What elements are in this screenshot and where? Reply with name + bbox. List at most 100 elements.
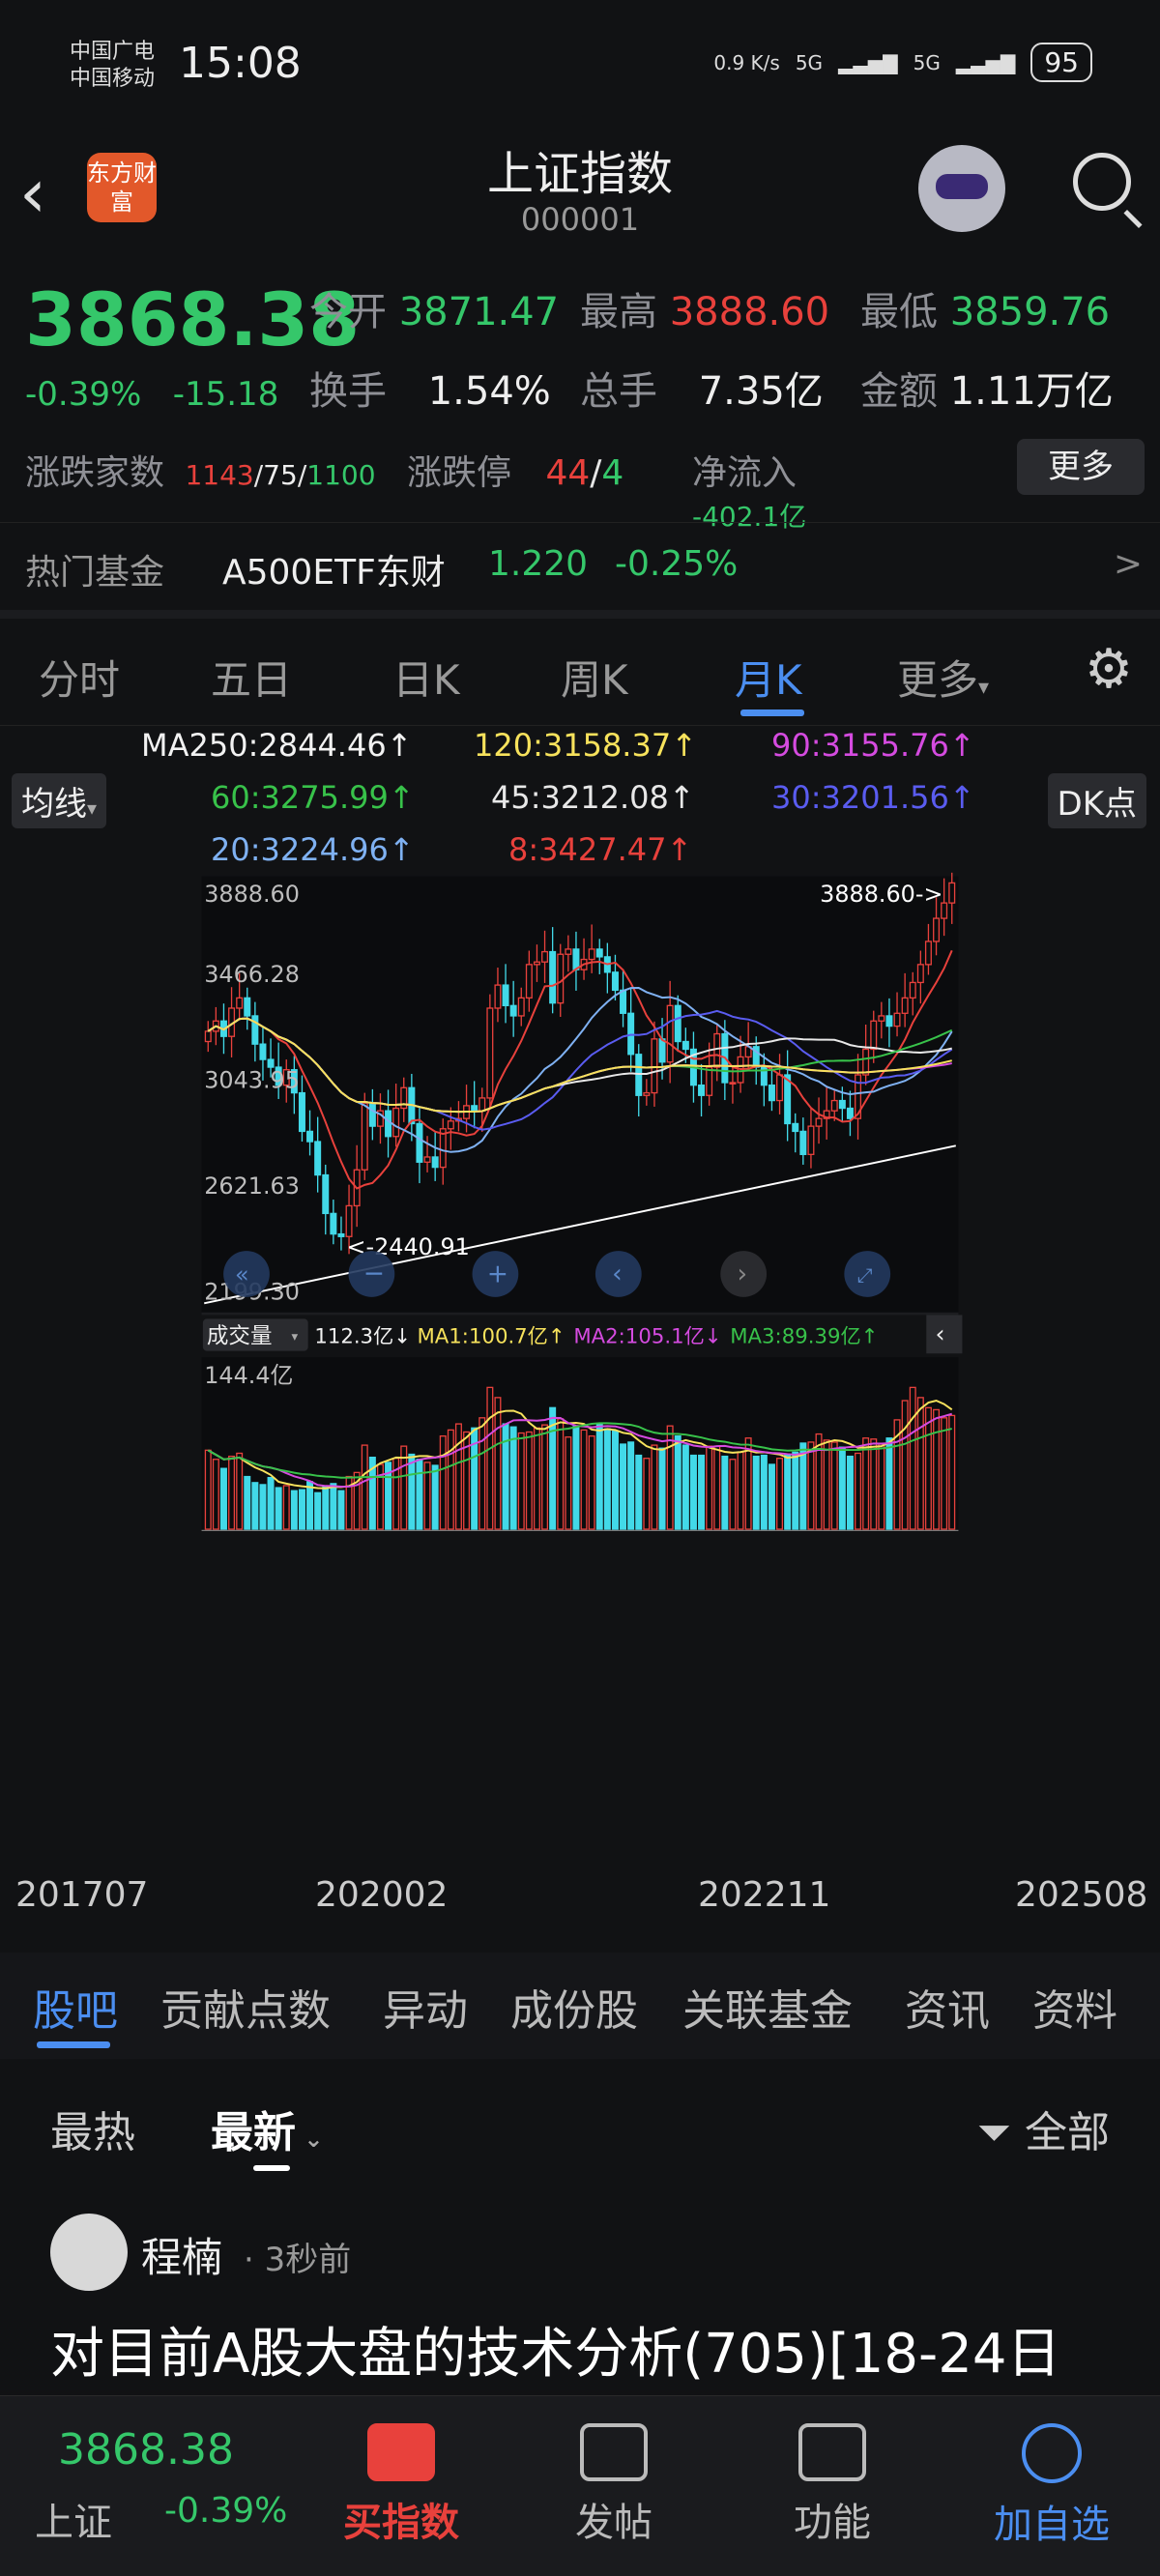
ma60-value: 60:3275.99↑ bbox=[211, 779, 415, 816]
features-label: 功能 bbox=[794, 2501, 871, 2545]
volume-chip-label: 成交量 bbox=[207, 1324, 273, 1349]
tab-constituents[interactable]: 成份股 bbox=[510, 1976, 638, 2038]
add-watchlist-button[interactable]: 加自选 bbox=[967, 2396, 1137, 2576]
buy-index-button[interactable]: 买指数 bbox=[319, 2396, 483, 2576]
tab-news[interactable]: 资讯 bbox=[905, 1976, 990, 2038]
candle-body bbox=[698, 1084, 706, 1096]
candle-body bbox=[423, 1156, 431, 1163]
post-title[interactable]: 对目前A股大盘的技术分析(705)[18-24日 bbox=[50, 2310, 1060, 2388]
tab-weekly-k[interactable]: 周K bbox=[561, 648, 628, 707]
kline-chart[interactable]: 3888.60 3466.28 3043.95 2621.63 2199.30 … bbox=[0, 870, 1160, 1537]
volume-bar bbox=[431, 1464, 439, 1530]
volume-bar bbox=[517, 1432, 525, 1530]
candle-body bbox=[541, 950, 549, 963]
gear-icon[interactable]: ⚙ bbox=[1083, 643, 1135, 697]
candle-body bbox=[620, 989, 627, 1014]
volume-bar bbox=[635, 1454, 643, 1530]
candle-body bbox=[361, 1102, 368, 1171]
carrier-2: 中国移动 bbox=[70, 67, 156, 91]
candle-body bbox=[838, 1099, 846, 1110]
index-mini-quote[interactable]: 3868.38 上证 -0.39% bbox=[29, 2396, 300, 2576]
trend-up-icon bbox=[367, 2423, 435, 2481]
dk-point-button[interactable]: DK点 bbox=[1047, 773, 1146, 828]
candle-body bbox=[588, 948, 595, 961]
sort-latest[interactable]: 最新 ⌄ bbox=[211, 2098, 323, 2159]
chevron-right-icon: > bbox=[1113, 544, 1143, 584]
tab-forum[interactable]: 股吧 bbox=[33, 1976, 118, 2038]
chevron-down-icon: ▾ bbox=[291, 1330, 298, 1345]
limit-label: 涨跌停 bbox=[407, 453, 512, 493]
post-button[interactable]: 发帖 bbox=[532, 2396, 696, 2576]
volume-bar bbox=[682, 1444, 689, 1530]
volume-bar bbox=[525, 1431, 533, 1530]
volume-bar bbox=[314, 1491, 322, 1530]
volume-bar bbox=[282, 1485, 290, 1530]
amount-label: 金额 bbox=[860, 369, 938, 414]
candle-body bbox=[478, 1097, 486, 1112]
search-icon[interactable] bbox=[1073, 153, 1131, 211]
tab-movement[interactable]: 异动 bbox=[383, 1976, 468, 2038]
sort-hot[interactable]: 最热 bbox=[50, 2098, 135, 2159]
candle-body bbox=[314, 1141, 322, 1176]
volume-bar bbox=[290, 1490, 298, 1530]
robot-assistant-icon[interactable] bbox=[918, 145, 1005, 232]
features-button[interactable]: 功能 bbox=[750, 2396, 914, 2576]
tab-intraday[interactable]: 分时 bbox=[39, 648, 120, 707]
tab-daily-k[interactable]: 日K bbox=[392, 648, 460, 707]
forum-post[interactable]: 程楠 · 3秒前 对目前A股大盘的技术分析(705)[18-24日 bbox=[0, 2194, 1160, 2407]
status-time: 15:08 bbox=[179, 39, 302, 88]
volume-bar bbox=[259, 1484, 267, 1530]
candle-body bbox=[267, 1058, 275, 1068]
candle-body bbox=[878, 1015, 885, 1022]
volume-bar bbox=[408, 1453, 416, 1530]
tab-related-funds[interactable]: 关联基金 bbox=[682, 1976, 853, 2038]
candle-body bbox=[330, 1212, 337, 1235]
ma250-value: MA250:2844.46↑ bbox=[141, 727, 413, 764]
candle-body bbox=[447, 1120, 454, 1130]
tab-five-day[interactable]: 五日 bbox=[211, 648, 292, 707]
battery-icon: 95 bbox=[1030, 43, 1092, 82]
tab-contribution[interactable]: 贡献点数 bbox=[160, 1976, 331, 2038]
volume-bar bbox=[651, 1444, 658, 1530]
volume-bar bbox=[580, 1429, 588, 1530]
more-button[interactable]: 更多 bbox=[1017, 439, 1145, 495]
net-speed: 0.9 K/s bbox=[713, 50, 780, 74]
candle-body bbox=[674, 1004, 682, 1043]
candle-body bbox=[870, 1020, 878, 1051]
post-author[interactable]: 程楠 bbox=[141, 2225, 222, 2284]
price-area-bg bbox=[201, 876, 959, 1313]
volume-bar bbox=[486, 1386, 494, 1530]
inflow-label: 净流入 bbox=[692, 453, 798, 493]
candle-body bbox=[204, 1030, 212, 1043]
volume-bar bbox=[219, 1467, 227, 1530]
volume-bar bbox=[776, 1458, 784, 1530]
breadth-label: 涨跌家数 bbox=[25, 453, 165, 493]
candle-body bbox=[658, 1038, 666, 1063]
candle-body bbox=[768, 1084, 775, 1102]
plus-circle-icon bbox=[1022, 2423, 1082, 2483]
hot-fund-row[interactable]: 热门基金 A500ETF东财 1.220 -0.25% > bbox=[0, 522, 1160, 620]
ma-selector[interactable]: 均线▾ bbox=[12, 773, 107, 828]
candle-body bbox=[729, 1082, 737, 1085]
volume-bar bbox=[557, 1418, 565, 1530]
active-tab-indicator bbox=[740, 709, 804, 716]
chevron-left-icon: ‹ bbox=[612, 1259, 623, 1289]
candle-body bbox=[322, 1173, 330, 1215]
volume-bar bbox=[846, 1455, 854, 1530]
candle-body bbox=[706, 1066, 713, 1096]
avatar[interactable] bbox=[50, 2214, 128, 2291]
volume-bar bbox=[689, 1454, 697, 1530]
quote-panel: 3868.38 -0.39% -15.18 今开 3871.47 最高 3888… bbox=[0, 261, 1160, 533]
post-label: 发帖 bbox=[575, 2501, 652, 2545]
filter-button[interactable]: ⏷ 全部 bbox=[977, 2098, 1110, 2159]
chevron-right-icon: › bbox=[738, 1259, 748, 1289]
volume-ma1: MA1:100.7亿↑ bbox=[417, 1325, 565, 1349]
tab-more[interactable]: 更多▾ bbox=[897, 648, 989, 707]
expand-icon: ⤢ bbox=[857, 1264, 873, 1287]
tab-monthly-k[interactable]: 月K bbox=[735, 648, 802, 707]
candle-body bbox=[776, 1074, 784, 1102]
volume-bar bbox=[941, 1417, 948, 1530]
tab-profile[interactable]: 资料 bbox=[1032, 1976, 1117, 2038]
candle-body bbox=[236, 997, 244, 1009]
volume-bar bbox=[948, 1414, 956, 1530]
